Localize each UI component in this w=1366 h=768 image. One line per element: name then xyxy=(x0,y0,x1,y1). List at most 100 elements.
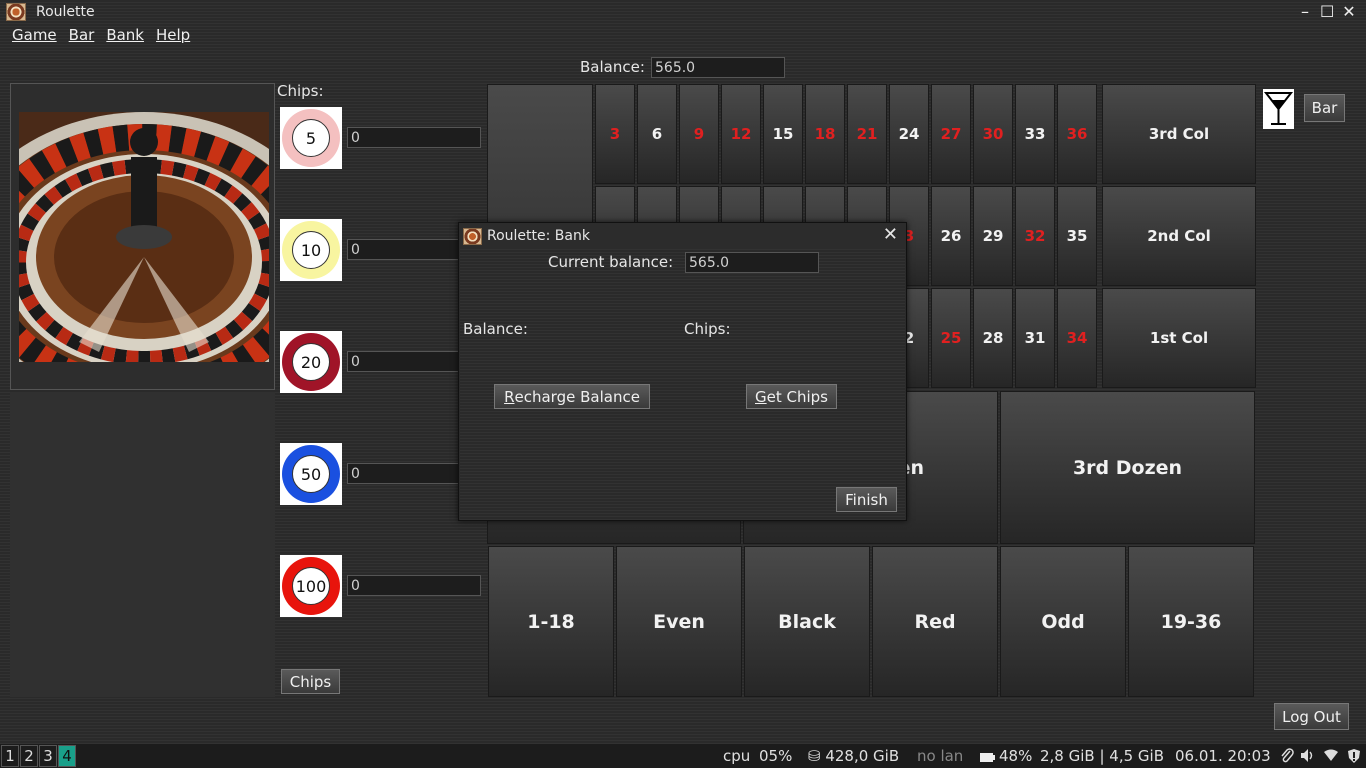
chip-50-value: 50 xyxy=(292,455,330,493)
number-cell-34[interactable]: 34 xyxy=(1057,288,1097,388)
recharge-balance-button[interactable]: Recharge Balance xyxy=(494,384,650,409)
paperclip-icon[interactable] xyxy=(1280,748,1294,768)
finish-button[interactable]: Finish xyxy=(836,487,897,512)
bet-red[interactable]: Red xyxy=(872,546,998,697)
chip-10[interactable]: 10 xyxy=(280,219,342,281)
bet-1-18[interactable]: 1-18 xyxy=(488,546,614,697)
dialog-title: Roulette: Bank xyxy=(487,228,590,244)
chip-20-ring: 20 xyxy=(282,333,340,391)
roulette-app-icon xyxy=(463,227,482,245)
chip-5-count[interactable] xyxy=(347,127,481,148)
bet-19-36[interactable]: 19-36 xyxy=(1128,546,1254,697)
chip-20[interactable]: 20 xyxy=(280,331,342,393)
number-cell-35[interactable]: 35 xyxy=(1057,186,1097,286)
window-controls: – ☐ ✕ xyxy=(1298,2,1356,21)
bar-button[interactable]: Bar xyxy=(1304,94,1345,122)
number-cell-33[interactable]: 33 xyxy=(1015,84,1055,184)
cpu-label: cpu xyxy=(723,747,751,765)
memory-status: 2,8 GiB | 4,5 GiB xyxy=(1040,747,1164,765)
workspace-2[interactable]: 2 xyxy=(20,745,38,767)
number-cell-6[interactable]: 6 xyxy=(637,84,677,184)
network-status: no lan xyxy=(917,747,964,765)
column-2-bet[interactable]: 2nd Col xyxy=(1102,186,1256,286)
balance-field[interactable] xyxy=(651,57,785,78)
number-cell-26[interactable]: 26 xyxy=(931,186,971,286)
recharge-mnemonic: R xyxy=(504,387,515,406)
dozen-3-bet[interactable]: 3rd Dozen xyxy=(1000,391,1255,544)
workspace-3[interactable]: 3 xyxy=(39,745,57,767)
chip-100[interactable]: 100 xyxy=(280,555,342,617)
roulette-app-icon xyxy=(6,3,26,21)
roulette-wheel-panel xyxy=(10,83,275,390)
chip-100-ring: 100 xyxy=(282,557,340,615)
bet-odd[interactable]: Odd xyxy=(1000,546,1126,697)
battery-icon xyxy=(980,749,996,767)
close-icon[interactable]: ✕ xyxy=(883,224,898,245)
workspace-1[interactable]: 1 xyxy=(1,745,19,767)
menu-bank[interactable]: Bank xyxy=(100,24,150,46)
battery-status: 48% xyxy=(999,747,1033,765)
roulette-wheel-image xyxy=(19,112,269,362)
volume-icon[interactable] xyxy=(1300,748,1316,767)
number-cell-27[interactable]: 27 xyxy=(931,84,971,184)
cocktail-glass-icon[interactable] xyxy=(1263,89,1294,129)
menu-game[interactable]: Game xyxy=(6,24,63,46)
number-cell-3[interactable]: 3 xyxy=(595,84,635,184)
number-cell-15[interactable]: 15 xyxy=(763,84,803,184)
bet-even[interactable]: Even xyxy=(616,546,742,697)
clock: 06.01. 20:03 xyxy=(1175,747,1271,765)
number-cell-29[interactable]: 29 xyxy=(973,186,1013,286)
shield-icon[interactable] xyxy=(1347,748,1361,768)
get-chips-mnemonic: G xyxy=(755,387,767,406)
chips-button[interactable]: Chips xyxy=(281,669,340,694)
info-panel xyxy=(10,392,275,697)
current-balance-field[interactable] xyxy=(685,252,819,273)
wifi-icon[interactable] xyxy=(1324,748,1338,766)
number-cell-24[interactable]: 24 xyxy=(889,84,929,184)
maximize-button[interactable]: ☐ xyxy=(1320,2,1334,21)
workspace-4[interactable]: 4 xyxy=(58,745,76,767)
bet-black[interactable]: Black xyxy=(744,546,870,697)
number-cell-32[interactable]: 32 xyxy=(1015,186,1055,286)
close-window-button[interactable]: ✕ xyxy=(1342,2,1356,21)
title-bar: Roulette – ☐ ✕ xyxy=(0,0,1366,24)
menu-bar[interactable]: Bar xyxy=(63,24,101,46)
dialog-title-bar: Roulette: Bank ✕ xyxy=(459,223,906,249)
balance-amount-label: Balance: xyxy=(463,320,528,338)
chip-100-count[interactable] xyxy=(347,575,481,596)
chips-amount-label: Chips: xyxy=(684,320,731,338)
logout-button[interactable]: Log Out xyxy=(1274,703,1349,730)
chip-5[interactable]: 5 xyxy=(280,107,342,169)
number-cell-28[interactable]: 28 xyxy=(973,288,1013,388)
chip-10-value: 10 xyxy=(292,231,330,269)
window-title: Roulette xyxy=(36,4,95,20)
chip-100-value: 100 xyxy=(292,567,330,605)
chip-50-ring: 50 xyxy=(282,445,340,503)
number-cell-31[interactable]: 31 xyxy=(1015,288,1055,388)
chip-20-value: 20 xyxy=(292,343,330,381)
column-1-bet[interactable]: 1st Col xyxy=(1102,288,1256,388)
bank-dialog: Roulette: Bank ✕ Current balance: Balanc… xyxy=(458,222,907,521)
number-cell-36[interactable]: 36 xyxy=(1057,84,1097,184)
number-cell-25[interactable]: 25 xyxy=(931,288,971,388)
taskbar: 1 2 3 4 cpu 05% ⛁ 428,0 GiB no lan 48% 2… xyxy=(0,744,1366,768)
get-chips-label: et Chips xyxy=(766,387,828,406)
chip-10-ring: 10 xyxy=(282,221,340,279)
number-cell-30[interactable]: 30 xyxy=(973,84,1013,184)
chip-5-value: 5 xyxy=(292,119,330,157)
minimize-button[interactable]: – xyxy=(1298,2,1312,21)
number-cell-18[interactable]: 18 xyxy=(805,84,845,184)
column-3-bet[interactable]: 3rd Col xyxy=(1102,84,1256,184)
number-cell-12[interactable]: 12 xyxy=(721,84,761,184)
number-cell-9[interactable]: 9 xyxy=(679,84,719,184)
number-cell-21[interactable]: 21 xyxy=(847,84,887,184)
disk-status: ⛁ 428,0 GiB xyxy=(808,747,900,765)
chips-title: Chips: xyxy=(277,82,324,100)
menu-bar: Game Bar Bank Help xyxy=(0,24,196,46)
get-chips-button[interactable]: Get Chips xyxy=(746,384,837,409)
chip-5-ring: 5 xyxy=(282,109,340,167)
menu-help[interactable]: Help xyxy=(150,24,196,46)
cpu-value: 05% xyxy=(759,747,793,765)
chip-50[interactable]: 50 xyxy=(280,443,342,505)
current-balance-label: Current balance: xyxy=(548,253,674,271)
